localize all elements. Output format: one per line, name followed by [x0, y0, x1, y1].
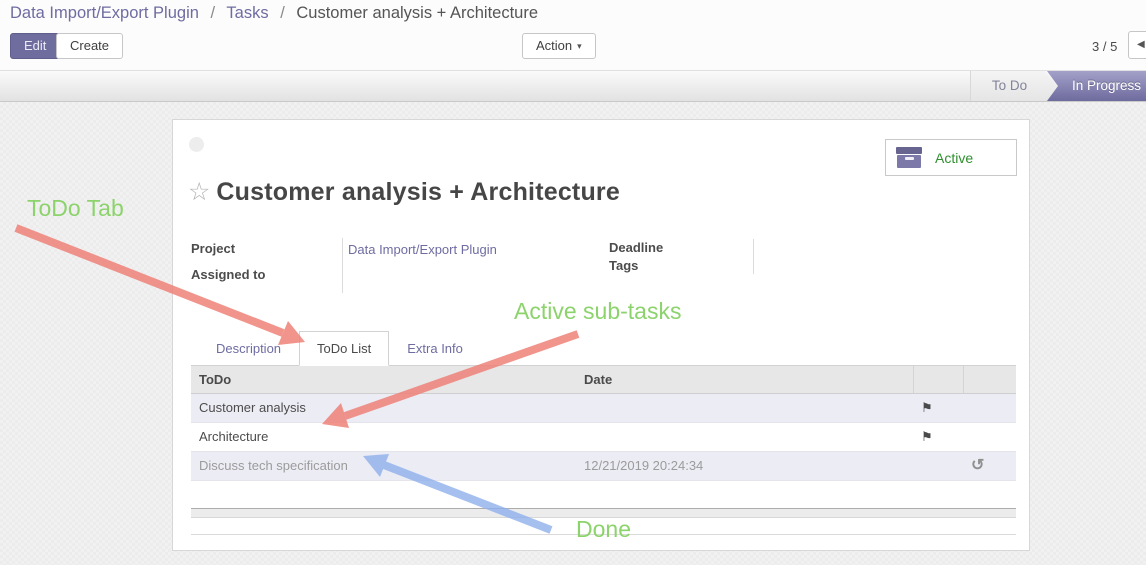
- stage-to-do[interactable]: To Do: [970, 71, 1056, 101]
- todo-row-discuss-tech-specification[interactable]: Discuss tech specification 12/21/2019 20…: [191, 452, 1016, 481]
- deadline-field-label: Deadline: [609, 240, 663, 255]
- tab-extra-info[interactable]: Extra Info: [389, 331, 481, 366]
- task-form-card: Active ☆ Customer analysis + Architectur…: [172, 119, 1030, 551]
- row-action-cell: [963, 423, 1016, 451]
- todo-cell[interactable]: Discuss tech specification: [191, 452, 576, 480]
- create-button[interactable]: Create: [56, 33, 123, 59]
- field-separator: [753, 239, 754, 274]
- field-separator: [342, 238, 343, 293]
- notebook-tabs: Description ToDo List Extra Info: [191, 332, 1016, 366]
- breadcrumb-link-project[interactable]: Data Import/Export Plugin: [10, 4, 199, 22]
- row-flag-cell: [913, 452, 963, 480]
- date-cell[interactable]: [576, 394, 913, 422]
- assigned-to-field-label: Assigned to: [191, 267, 265, 282]
- breadcrumb-link-tasks[interactable]: Tasks: [226, 4, 268, 22]
- control-panel: Data Import/Export Plugin / Tasks / Cust…: [0, 0, 1146, 71]
- list-footer-stripe: [191, 508, 1016, 518]
- favorite-star-icon[interactable]: ☆: [188, 180, 210, 205]
- todo-row-customer-analysis[interactable]: Customer analysis ⚑: [191, 394, 1016, 423]
- edit-button[interactable]: Edit: [10, 33, 60, 59]
- todo-table-header: ToDo Date: [191, 366, 1016, 394]
- row-action-cell: [963, 394, 1016, 422]
- kanban-state-dot: [189, 137, 204, 152]
- column-header-todo[interactable]: ToDo: [191, 366, 576, 393]
- todo-cell[interactable]: Customer analysis: [191, 394, 576, 422]
- pager-counter: 3 / 5: [1092, 39, 1117, 54]
- todo-row-architecture[interactable]: Architecture ⚑: [191, 423, 1016, 452]
- action-dropdown-button[interactable]: Action ▾: [522, 33, 596, 59]
- tab-todo-list[interactable]: ToDo List: [299, 331, 389, 366]
- flag-icon[interactable]: ⚑: [921, 429, 933, 444]
- breadcrumb-separator: /: [273, 4, 292, 22]
- action-label: Action: [536, 38, 572, 53]
- active-toggle-label: Active: [935, 150, 973, 166]
- chevron-down-icon: ▾: [577, 41, 582, 51]
- tab-description[interactable]: Description: [198, 331, 299, 366]
- project-field-value[interactable]: Data Import/Export Plugin: [348, 242, 497, 257]
- breadcrumb: Data Import/Export Plugin / Tasks / Cust…: [10, 4, 538, 23]
- stage-in-progress[interactable]: In Progress: [1047, 71, 1146, 101]
- project-field-label: Project: [191, 241, 235, 256]
- archive-box-icon: [896, 147, 922, 168]
- todo-table: ToDo Date Customer analysis ⚑ Architectu…: [191, 366, 1016, 481]
- arrow-left-icon: ◀: [1137, 39, 1145, 50]
- column-header-actions: [963, 366, 1016, 393]
- tags-field-label: Tags: [609, 258, 638, 273]
- stage-list: To Do In Progress: [970, 71, 1146, 101]
- column-header-date[interactable]: Date: [576, 366, 913, 393]
- breadcrumb-current: Customer analysis + Architecture: [296, 4, 538, 22]
- active-toggle-button[interactable]: Active: [885, 139, 1017, 176]
- undo-icon[interactable]: ↺: [971, 459, 984, 472]
- breadcrumb-separator: /: [204, 4, 223, 22]
- list-footer-line: [191, 534, 1016, 535]
- title-row: ☆ Customer analysis + Architecture: [188, 178, 620, 207]
- pager-previous-button[interactable]: ◀: [1128, 31, 1146, 59]
- flag-icon[interactable]: ⚑: [921, 400, 933, 415]
- date-cell[interactable]: 12/21/2019 20:24:34: [576, 452, 913, 480]
- column-header-flag: [913, 366, 963, 393]
- statusbar: To Do In Progress: [0, 71, 1146, 102]
- todo-cell[interactable]: Architecture: [191, 423, 576, 451]
- page-title: Customer analysis + Architecture: [216, 178, 620, 207]
- date-cell[interactable]: [576, 423, 913, 451]
